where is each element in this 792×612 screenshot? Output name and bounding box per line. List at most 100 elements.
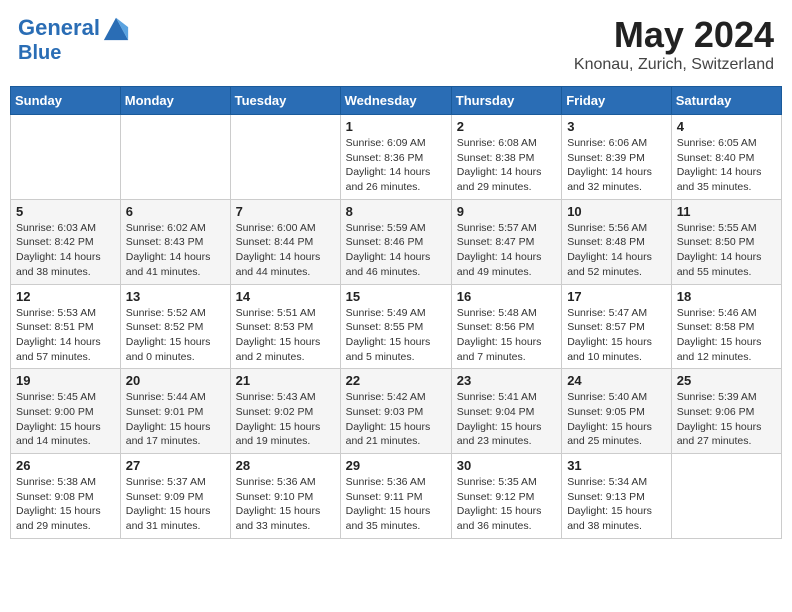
day-info: Sunrise: 5:47 AMSunset: 8:57 PMDaylight:… <box>567 306 666 365</box>
day-info: Sunrise: 5:55 AMSunset: 8:50 PMDaylight:… <box>677 221 776 280</box>
day-info: Sunrise: 5:49 AMSunset: 8:55 PMDaylight:… <box>346 306 446 365</box>
col-header-saturday: Saturday <box>671 87 781 115</box>
day-number: 1 <box>346 119 446 134</box>
day-info: Sunrise: 5:46 AMSunset: 8:58 PMDaylight:… <box>677 306 776 365</box>
day-info: Sunrise: 6:08 AMSunset: 8:38 PMDaylight:… <box>457 136 556 195</box>
main-title: May 2024 <box>574 14 774 56</box>
calendar-cell: 26 Sunrise: 5:38 AMSunset: 9:08 PMDayligh… <box>11 454 121 539</box>
calendar-cell: 25 Sunrise: 5:39 AMSunset: 9:06 PMDayligh… <box>671 369 781 454</box>
day-number: 31 <box>567 458 666 473</box>
col-header-wednesday: Wednesday <box>340 87 451 115</box>
calendar-cell: 28 Sunrise: 5:36 AMSunset: 9:10 PMDayligh… <box>230 454 340 539</box>
col-header-tuesday: Tuesday <box>230 87 340 115</box>
calendar-cell: 1 Sunrise: 6:09 AMSunset: 8:36 PMDaylight… <box>340 115 451 200</box>
calendar-cell: 10 Sunrise: 5:56 AMSunset: 8:48 PMDayligh… <box>562 199 672 284</box>
calendar-week-row: 5 Sunrise: 6:03 AMSunset: 8:42 PMDaylight… <box>11 199 782 284</box>
day-number: 23 <box>457 373 556 388</box>
day-number: 20 <box>126 373 225 388</box>
day-info: Sunrise: 5:41 AMSunset: 9:04 PMDaylight:… <box>457 390 556 449</box>
calendar-cell: 11 Sunrise: 5:55 AMSunset: 8:50 PMDayligh… <box>671 199 781 284</box>
day-info: Sunrise: 5:43 AMSunset: 9:02 PMDaylight:… <box>236 390 335 449</box>
day-number: 29 <box>346 458 446 473</box>
day-info: Sunrise: 5:40 AMSunset: 9:05 PMDaylight:… <box>567 390 666 449</box>
day-info: Sunrise: 6:00 AMSunset: 8:44 PMDaylight:… <box>236 221 335 280</box>
subtitle: Knonau, Zurich, Switzerland <box>574 56 774 74</box>
title-block: May 2024 Knonau, Zurich, Switzerland <box>574 14 774 74</box>
day-info: Sunrise: 5:36 AMSunset: 9:10 PMDaylight:… <box>236 475 335 534</box>
day-number: 10 <box>567 204 666 219</box>
day-number: 3 <box>567 119 666 134</box>
calendar-cell <box>120 115 230 200</box>
day-info: Sunrise: 5:56 AMSunset: 8:48 PMDaylight:… <box>567 221 666 280</box>
day-info: Sunrise: 5:36 AMSunset: 9:11 PMDaylight:… <box>346 475 446 534</box>
col-header-thursday: Thursday <box>451 87 561 115</box>
logo-text: General <box>18 16 100 40</box>
calendar-cell: 5 Sunrise: 6:03 AMSunset: 8:42 PMDaylight… <box>11 199 121 284</box>
day-number: 4 <box>677 119 776 134</box>
day-number: 11 <box>677 204 776 219</box>
day-info: Sunrise: 5:35 AMSunset: 9:12 PMDaylight:… <box>457 475 556 534</box>
day-number: 25 <box>677 373 776 388</box>
calendar-cell: 18 Sunrise: 5:46 AMSunset: 8:58 PMDayligh… <box>671 284 781 369</box>
calendar-cell: 19Sunrise: 5:45 AMSunset: 9:00 PMDayligh… <box>11 369 121 454</box>
col-header-monday: Monday <box>120 87 230 115</box>
day-number: 2 <box>457 119 556 134</box>
calendar-cell: 14Sunrise: 5:51 AMSunset: 8:53 PMDayligh… <box>230 284 340 369</box>
calendar-cell: 21 Sunrise: 5:43 AMSunset: 9:02 PMDayligh… <box>230 369 340 454</box>
day-number: 24 <box>567 373 666 388</box>
logo-icon <box>102 14 130 42</box>
day-number: 21 <box>236 373 335 388</box>
calendar-week-row: 1 Sunrise: 6:09 AMSunset: 8:36 PMDaylight… <box>11 115 782 200</box>
day-number: 14 <box>236 289 335 304</box>
day-number: 5 <box>16 204 115 219</box>
col-header-friday: Friday <box>562 87 672 115</box>
day-info: Sunrise: 5:37 AMSunset: 9:09 PMDaylight:… <box>126 475 225 534</box>
day-number: 27 <box>126 458 225 473</box>
calendar-cell: 23 Sunrise: 5:41 AMSunset: 9:04 PMDayligh… <box>451 369 561 454</box>
calendar-cell: 12Sunrise: 5:53 AMSunset: 8:51 PMDayligh… <box>11 284 121 369</box>
calendar-cell <box>11 115 121 200</box>
calendar-cell: 9 Sunrise: 5:57 AMSunset: 8:47 PMDaylight… <box>451 199 561 284</box>
calendar-week-row: 26 Sunrise: 5:38 AMSunset: 9:08 PMDayligh… <box>11 454 782 539</box>
day-number: 13 <box>126 289 225 304</box>
calendar-cell: 4Sunrise: 6:05 AMSunset: 8:40 PMDaylight… <box>671 115 781 200</box>
day-number: 16 <box>457 289 556 304</box>
day-number: 28 <box>236 458 335 473</box>
day-info: Sunrise: 6:03 AMSunset: 8:42 PMDaylight:… <box>16 221 115 280</box>
calendar-cell: 6Sunrise: 6:02 AMSunset: 8:43 PMDaylight… <box>120 199 230 284</box>
calendar-cell: 8Sunrise: 5:59 AMSunset: 8:46 PMDaylight… <box>340 199 451 284</box>
day-number: 26 <box>16 458 115 473</box>
calendar-week-row: 19Sunrise: 5:45 AMSunset: 9:00 PMDayligh… <box>11 369 782 454</box>
logo: General Blue <box>18 14 130 64</box>
day-info: Sunrise: 5:57 AMSunset: 8:47 PMDaylight:… <box>457 221 556 280</box>
day-number: 30 <box>457 458 556 473</box>
calendar-cell <box>230 115 340 200</box>
day-number: 15 <box>346 289 446 304</box>
day-number: 12 <box>16 289 115 304</box>
calendar-cell: 17 Sunrise: 5:47 AMSunset: 8:57 PMDayligh… <box>562 284 672 369</box>
day-number: 9 <box>457 204 556 219</box>
day-number: 19 <box>16 373 115 388</box>
day-info: Sunrise: 6:09 AMSunset: 8:36 PMDaylight:… <box>346 136 446 195</box>
day-info: Sunrise: 6:02 AMSunset: 8:43 PMDaylight:… <box>126 221 225 280</box>
day-info: Sunrise: 5:38 AMSunset: 9:08 PMDaylight:… <box>16 475 115 534</box>
day-number: 7 <box>236 204 335 219</box>
day-number: 22 <box>346 373 446 388</box>
calendar-cell: 15 Sunrise: 5:49 AMSunset: 8:55 PMDayligh… <box>340 284 451 369</box>
day-number: 18 <box>677 289 776 304</box>
day-info: Sunrise: 5:34 AMSunset: 9:13 PMDaylight:… <box>567 475 666 534</box>
day-info: Sunrise: 5:39 AMSunset: 9:06 PMDaylight:… <box>677 390 776 449</box>
day-info: Sunrise: 5:44 AMSunset: 9:01 PMDaylight:… <box>126 390 225 449</box>
calendar-cell: 16Sunrise: 5:48 AMSunset: 8:56 PMDayligh… <box>451 284 561 369</box>
day-info: Sunrise: 5:42 AMSunset: 9:03 PMDaylight:… <box>346 390 446 449</box>
calendar-cell: 31 Sunrise: 5:34 AMSunset: 9:13 PMDayligh… <box>562 454 672 539</box>
calendar-cell: 3Sunrise: 6:06 AMSunset: 8:39 PMDaylight… <box>562 115 672 200</box>
calendar-cell: 13Sunrise: 5:52 AMSunset: 8:52 PMDayligh… <box>120 284 230 369</box>
day-number: 8 <box>346 204 446 219</box>
day-number: 17 <box>567 289 666 304</box>
calendar-cell: 2 Sunrise: 6:08 AMSunset: 8:38 PMDaylight… <box>451 115 561 200</box>
calendar-table: SundayMondayTuesdayWednesdayThursdayFrid… <box>10 86 782 539</box>
calendar-cell: 30 Sunrise: 5:35 AMSunset: 9:12 PMDayligh… <box>451 454 561 539</box>
calendar-header-row: SundayMondayTuesdayWednesdayThursdayFrid… <box>11 87 782 115</box>
calendar-week-row: 12Sunrise: 5:53 AMSunset: 8:51 PMDayligh… <box>11 284 782 369</box>
